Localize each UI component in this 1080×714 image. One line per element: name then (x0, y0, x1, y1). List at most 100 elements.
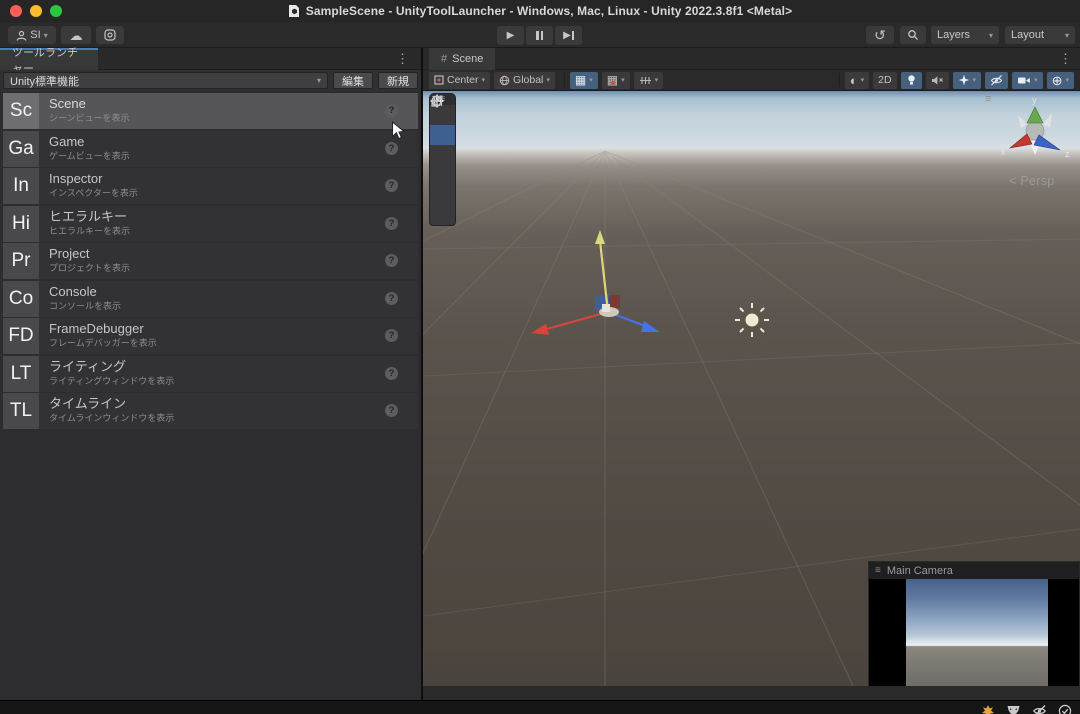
preset-dropdown[interactable]: Unity標準機能 ▾ (3, 72, 328, 89)
item-badge: In (3, 168, 39, 204)
snap-increment-dropdown[interactable]: ▾ (634, 72, 664, 89)
tab-scene[interactable]: # Scene (429, 48, 495, 70)
grid-snapping-toggle[interactable]: ▦ ▾ (602, 72, 630, 89)
tab-tool-launcher[interactable]: ツールランチャー (0, 48, 98, 70)
list-item-scene[interactable]: Sc Sceneシーンビューを表示 ? (3, 93, 418, 129)
shading-mode-dropdown[interactable]: ◐ ▾ (845, 72, 869, 89)
layers-dropdown[interactable]: Layers ▾ (931, 26, 999, 44)
help-icon[interactable]: ? (385, 292, 398, 305)
chevron-down-icon: ▾ (655, 76, 659, 84)
item-title: Project (49, 246, 418, 262)
item-badge: FD (3, 318, 39, 354)
item-subtitle: インスペクターを表示 (49, 187, 418, 199)
new-button[interactable]: 新規 (378, 72, 418, 89)
gizmos-dropdown[interactable]: ⊕ ▾ (1047, 72, 1074, 89)
list-item-lighting[interactable]: LT ライティングライティングウィンドウを表示 ? (3, 356, 418, 392)
overlay-drag-handle[interactable]: ≡ (875, 566, 881, 576)
camera-icon (1017, 75, 1031, 86)
audio-toggle[interactable] (926, 72, 949, 89)
item-title: FrameDebugger (49, 321, 418, 337)
orientation-dropdown[interactable]: Global ▾ (494, 72, 555, 89)
play-button[interactable]: ▶ (497, 26, 524, 45)
grid-visibility-toggle[interactable]: ▦ ▾ (570, 72, 598, 89)
version-control-button[interactable] (96, 26, 124, 44)
item-title: Inspector (49, 171, 418, 187)
search-button[interactable] (900, 26, 926, 44)
effects-toggle-dropdown[interactable]: ▾ (953, 72, 982, 89)
list-item-hierarchy[interactable]: Hi ヒエラルキーヒエラルキーを表示 ? (3, 206, 418, 242)
help-icon[interactable]: ? (385, 329, 398, 342)
rect-tool-button[interactable] (430, 185, 455, 205)
help-icon[interactable]: ? (385, 367, 398, 380)
scene-visibility-toggle[interactable] (985, 72, 1008, 89)
rotate-tool-button[interactable] (430, 145, 455, 165)
list-item-timeline[interactable]: TL タイムラインタイムラインウィンドウを表示 ? (3, 393, 418, 429)
move-tool-button[interactable] (430, 125, 455, 145)
pause-button[interactable] (526, 26, 553, 45)
item-subtitle: シーンビューを表示 (49, 112, 418, 124)
launcher-tab-bar: ツールランチャー ⋮ (0, 48, 421, 70)
edit-button[interactable]: 編集 (333, 72, 373, 89)
chevron-down-icon: ▾ (317, 76, 321, 85)
transform-icon (430, 94, 444, 108)
close-button[interactable] (10, 5, 22, 17)
help-icon[interactable]: ? (385, 142, 398, 155)
check-circle-icon[interactable] (1058, 704, 1072, 714)
eye-hidden-status-icon[interactable] (1032, 704, 1047, 714)
list-item-inspector[interactable]: In Inspectorインスペクターを表示 ? (3, 168, 418, 204)
help-icon[interactable]: ? (385, 217, 398, 230)
pause-icon (536, 31, 543, 40)
perspective-toggle[interactable]: < Persp (1009, 174, 1055, 188)
item-title: ヒエラルキー (49, 209, 418, 225)
title-bar: SampleScene - UnityToolLauncher - Window… (0, 0, 1080, 22)
account-label: SI (30, 29, 40, 41)
pivot-mode-dropdown[interactable]: Center ▾ (429, 72, 490, 89)
minimize-button[interactable] (30, 5, 42, 17)
tool-launcher-panel: ツールランチャー ⋮ Unity標準機能 ▾ 編集 新規 Sc Sceneシーン… (0, 48, 421, 700)
help-icon[interactable]: ? (385, 104, 398, 117)
layout-label: Layout (1011, 29, 1044, 41)
help-icon[interactable]: ? (385, 404, 398, 417)
camera-preview-overlay[interactable]: ≡ Main Camera (868, 561, 1080, 686)
chevron-down-icon: ▾ (1034, 76, 1038, 84)
help-icon[interactable]: ? (385, 179, 398, 192)
item-title: タイムライン (49, 396, 418, 412)
help-icon[interactable]: ? (385, 254, 398, 267)
cloud-services-button[interactable]: ☁ (61, 26, 91, 44)
panel-menu-icon[interactable]: ⋮ (1059, 51, 1072, 67)
account-dropdown[interactable]: SI ▾ (8, 26, 56, 44)
2d-mode-toggle[interactable]: 2D (873, 72, 896, 89)
transform-tool-button[interactable] (430, 205, 455, 225)
chevron-down-icon: ▾ (1065, 31, 1069, 40)
mask-icon[interactable] (1006, 704, 1021, 714)
step-icon: ▶ (563, 30, 571, 41)
chevron-down-icon: ▾ (861, 76, 865, 84)
orientation-label: Global (513, 74, 543, 86)
play-controls: ▶ ▶ (497, 26, 582, 45)
panel-menu-icon[interactable]: ⋮ (396, 51, 409, 67)
layout-dropdown[interactable]: Layout ▾ (1005, 26, 1075, 44)
item-subtitle: ヒエラルキーを表示 (49, 225, 418, 237)
item-title: ライティング (49, 359, 418, 375)
scene-viewport[interactable]: y x z ≡ < Persp ≡ (423, 91, 1080, 686)
item-badge: Hi (3, 206, 39, 242)
increment-snap-icon (639, 75, 652, 86)
flame-icon[interactable] (981, 704, 995, 714)
list-item-console[interactable]: Co Consoleコンソールを表示 ? (3, 281, 418, 317)
step-button[interactable]: ▶ (555, 26, 582, 45)
item-title: Scene (49, 96, 418, 112)
overlay-handle-icon[interactable]: ≡ (985, 93, 991, 105)
list-item-game[interactable]: Ga Gameゲームビューを表示 ? (3, 131, 418, 167)
maximize-button[interactable] (50, 5, 62, 17)
grid-icon: ▦ (575, 74, 586, 86)
item-subtitle: コンソールを表示 (49, 300, 418, 312)
list-item-framedebugger[interactable]: FD FrameDebuggerフレームデバッガーを表示 ? (3, 318, 418, 354)
list-item-project[interactable]: Pr Projectプロジェクトを表示 ? (3, 243, 418, 279)
play-icon: ▶ (507, 30, 515, 41)
undo-history-button[interactable]: ↺ (866, 26, 894, 44)
scale-tool-button[interactable] (430, 165, 455, 185)
camera-settings-dropdown[interactable]: ▾ (1012, 72, 1043, 89)
scene-lighting-toggle[interactable] (901, 72, 922, 89)
view-tool-button[interactable] (430, 105, 455, 125)
launcher-list: Sc Sceneシーンビューを表示 ? Ga Gameゲームビューを表示 ? I… (3, 93, 418, 431)
